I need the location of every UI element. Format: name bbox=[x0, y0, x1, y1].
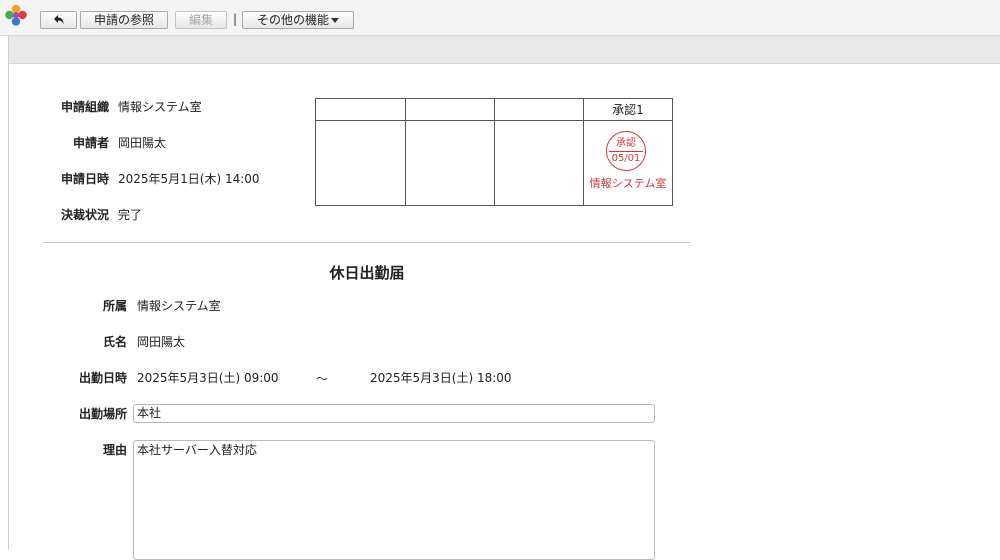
org-value: 情報システム室 bbox=[118, 100, 202, 114]
approval-col-1 bbox=[315, 98, 406, 121]
work-place-field[interactable]: 本社 bbox=[133, 404, 655, 423]
name-label: 氏名 bbox=[102, 335, 127, 349]
date-value: 2025年5月1日(木) 14:00 bbox=[118, 172, 260, 186]
back-arrow-icon bbox=[54, 15, 64, 25]
approval-cell-2 bbox=[405, 120, 495, 206]
chevron-down-icon bbox=[331, 18, 339, 23]
reason-textarea[interactable]: 本社サーバー入替対応 bbox=[133, 440, 655, 560]
sub-toolbar-band bbox=[8, 36, 1000, 64]
work-range-tilde: ～ bbox=[316, 372, 329, 386]
approval-cell-approver1: 承認 05/01 情報システム室 bbox=[583, 120, 673, 206]
work-start-value: 2025年5月3日(土) 09:00 bbox=[137, 371, 279, 385]
name-value: 岡田陽太 bbox=[137, 335, 186, 349]
section-divider bbox=[43, 242, 691, 243]
work-end-value: 2025年5月3日(土) 18:00 bbox=[370, 371, 512, 385]
dept-value: 情報システム室 bbox=[137, 299, 221, 313]
work-datetime-label: 出勤日時 bbox=[78, 371, 127, 385]
approval-table: 承認1 承認 05/01 情報システム室 bbox=[315, 98, 673, 206]
status-label: 決裁状況 bbox=[60, 208, 109, 222]
date-label: 申請日時 bbox=[60, 172, 109, 186]
form-title: 休日出勤届 bbox=[329, 264, 405, 282]
approval-cell-3 bbox=[494, 120, 584, 206]
stamp-divider bbox=[609, 151, 643, 152]
applicant-value: 岡田陽太 bbox=[118, 136, 167, 150]
approval-col-3 bbox=[494, 98, 584, 121]
more-functions-label: その他の機能 bbox=[256, 13, 329, 27]
back-button[interactable] bbox=[40, 11, 77, 29]
app-logo-icon[interactable] bbox=[4, 4, 28, 28]
stamp-date: 05/01 bbox=[611, 153, 641, 164]
org-label: 申請組織 bbox=[60, 100, 109, 114]
approval-col-approver1: 承認1 bbox=[583, 98, 673, 121]
work-place-label: 出勤場所 bbox=[78, 407, 127, 421]
toolbar-separator: | bbox=[233, 12, 238, 26]
approval-stamp: 承認 05/01 bbox=[606, 131, 646, 171]
applicant-label: 申請者 bbox=[72, 136, 109, 150]
approval-col-2 bbox=[405, 98, 495, 121]
edit-button[interactable]: 編集 bbox=[175, 11, 227, 29]
toolbar: 申請の参照 編集 | その他の機能 bbox=[0, 0, 1000, 36]
dept-label: 所属 bbox=[102, 299, 127, 313]
reason-label: 理由 bbox=[102, 443, 127, 457]
approval-cell-1 bbox=[315, 120, 406, 206]
stamp-label: 承認 bbox=[616, 138, 636, 149]
view-application-button[interactable]: 申請の参照 bbox=[80, 11, 168, 29]
stamp-org: 情報システム室 bbox=[589, 177, 667, 190]
more-functions-button[interactable]: その他の機能 bbox=[242, 11, 354, 29]
status-value: 完了 bbox=[118, 208, 143, 222]
